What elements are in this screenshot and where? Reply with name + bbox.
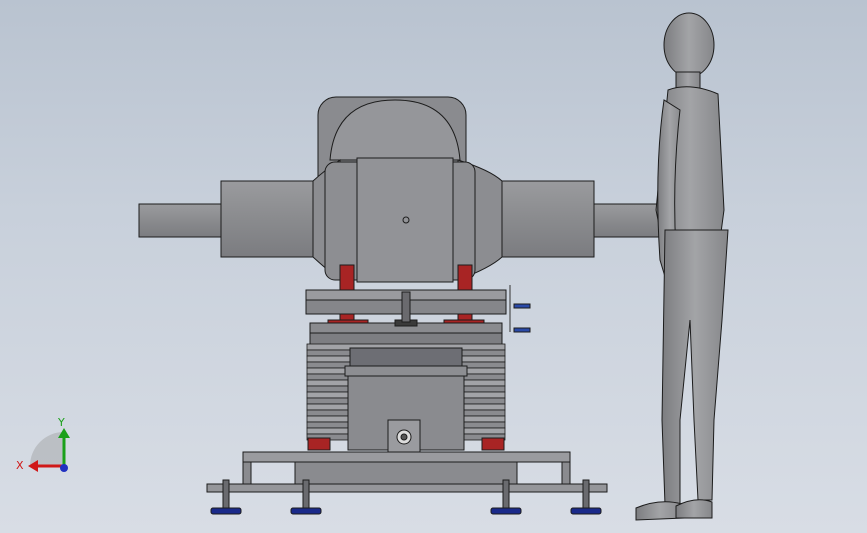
cad-viewport[interactable]: Y X [0,0,867,533]
base-frame [206,451,608,493]
foot-pad [210,507,242,515]
y-axis-label: Y [57,416,65,429]
right-shaft [457,159,675,281]
human-reference-figure [635,12,729,521]
foot-pad [570,507,602,515]
side-handle[interactable] [509,285,531,333]
left-shaft [138,159,341,282]
foot-pad [490,507,522,515]
foot-stem [582,479,590,509]
upper-table [305,289,507,346]
foot-stem [502,479,510,509]
foot-stem [222,479,230,509]
foot-pad [290,507,322,515]
x-axis-label: X [16,459,24,472]
motor-body [324,157,476,283]
z-axis-dot [60,464,68,472]
coordinate-triad: Y X [16,416,70,472]
foot-stem [302,479,310,509]
assembly-model[interactable]: Y X [0,0,867,533]
